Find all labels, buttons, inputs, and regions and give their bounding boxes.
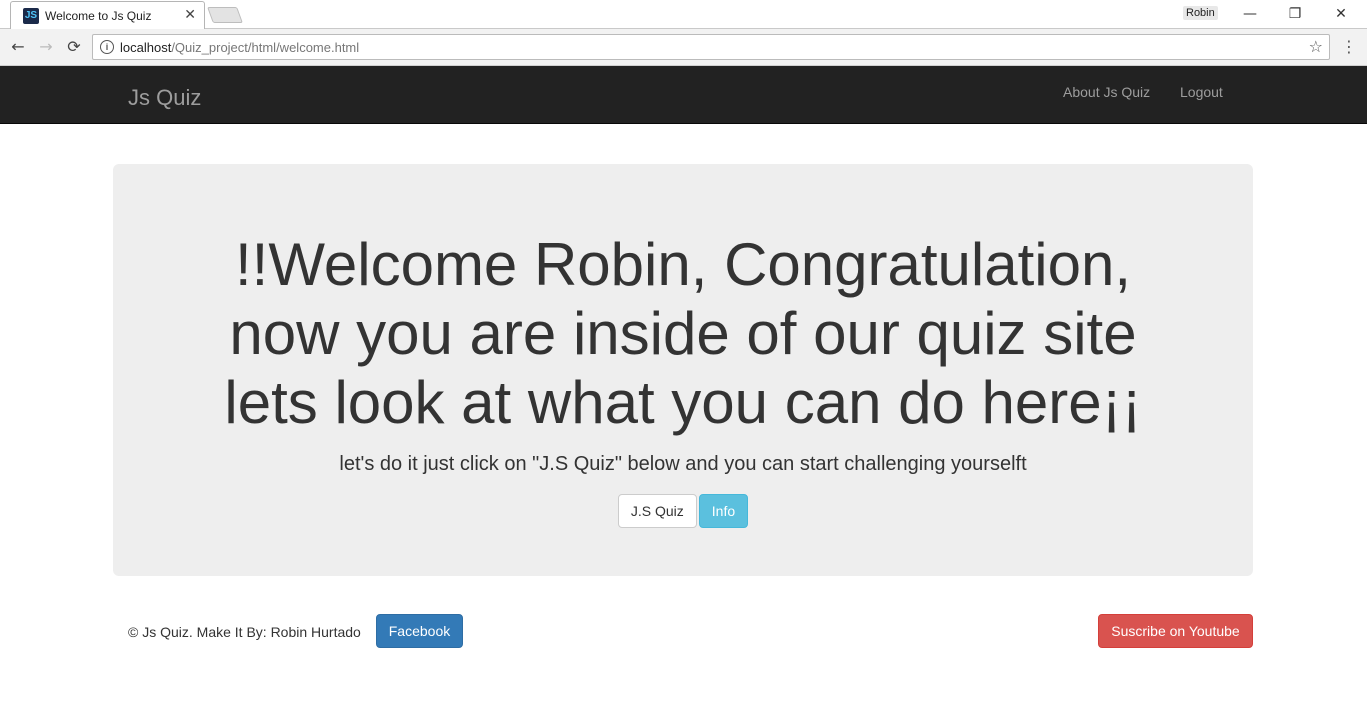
welcome-heading: !!Welcome Robin, Congratulation, now you… <box>113 230 1253 437</box>
youtube-subscribe-button[interactable]: Suscribe on Youtube <box>1098 614 1253 648</box>
bookmark-star-icon[interactable]: ☆ <box>1309 37 1323 56</box>
browser-toolbar: ← → ⟳ i localhost/Quiz_project/html/welc… <box>0 29 1367 66</box>
nav-link-about[interactable]: About Js Quiz <box>1063 84 1150 100</box>
url-host: localhost <box>120 40 172 55</box>
start-quiz-button[interactable]: J.S Quiz <box>617 494 697 528</box>
tab-title: Welcome to Js Quiz <box>45 9 152 23</box>
url-path: /Quiz_project/html/welcome.html <box>171 40 360 55</box>
facebook-button[interactable]: Facebook <box>376 614 463 648</box>
address-bar[interactable]: i localhost/Quiz_project/html/welcome.ht… <box>92 34 1330 60</box>
welcome-subtitle: let's do it just click on "J.S Quiz" bel… <box>339 453 1027 475</box>
js-favicon-icon: JS <box>23 8 39 24</box>
restore-icon[interactable]: ❐ <box>1285 4 1305 24</box>
back-arrow-icon[interactable]: ← <box>8 37 28 57</box>
welcome-jumbotron: !!Welcome Robin, Congratulation, now you… <box>113 164 1253 576</box>
site-info-icon[interactable]: i <box>100 40 114 54</box>
profile-button[interactable]: Robin <box>1183 6 1218 20</box>
welcome-heading-line-2: now you are inside of our quiz site <box>229 300 1137 367</box>
tab-close-icon[interactable]: ✕ <box>184 7 196 23</box>
info-button[interactable]: Info <box>698 494 749 528</box>
welcome-heading-line-3: lets look at what you can do here¡¡ <box>224 369 1142 436</box>
browser-menu-icon[interactable]: ⋮ <box>1341 37 1357 56</box>
welcome-heading-line-1: !!Welcome Robin, Congratulation, <box>234 231 1131 298</box>
new-tab-button[interactable] <box>207 7 243 23</box>
navbar-brand[interactable]: Js Quiz <box>128 85 201 111</box>
nav-link-logout[interactable]: Logout <box>1180 84 1223 100</box>
window-close-icon[interactable]: ✕ <box>1331 4 1351 24</box>
site-navbar: Js Quiz About Js Quiz Logout <box>0 66 1367 124</box>
forward-arrow-icon[interactable]: → <box>36 37 56 57</box>
browser-tab-strip: JS Welcome to Js Quiz ✕ Robin — ❐ ✕ <box>0 0 1367 30</box>
url-text[interactable]: localhost/Quiz_project/html/welcome.html <box>120 40 359 55</box>
browser-tab[interactable]: JS Welcome to Js Quiz ✕ <box>10 1 205 30</box>
footer-copyright: © Js Quiz. Make It By: Robin Hurtado <box>128 624 361 640</box>
jumbotron-button-group: J.S Quiz Info <box>113 494 1253 528</box>
minimize-icon[interactable]: — <box>1240 4 1260 24</box>
reload-icon[interactable]: ⟳ <box>64 37 84 57</box>
